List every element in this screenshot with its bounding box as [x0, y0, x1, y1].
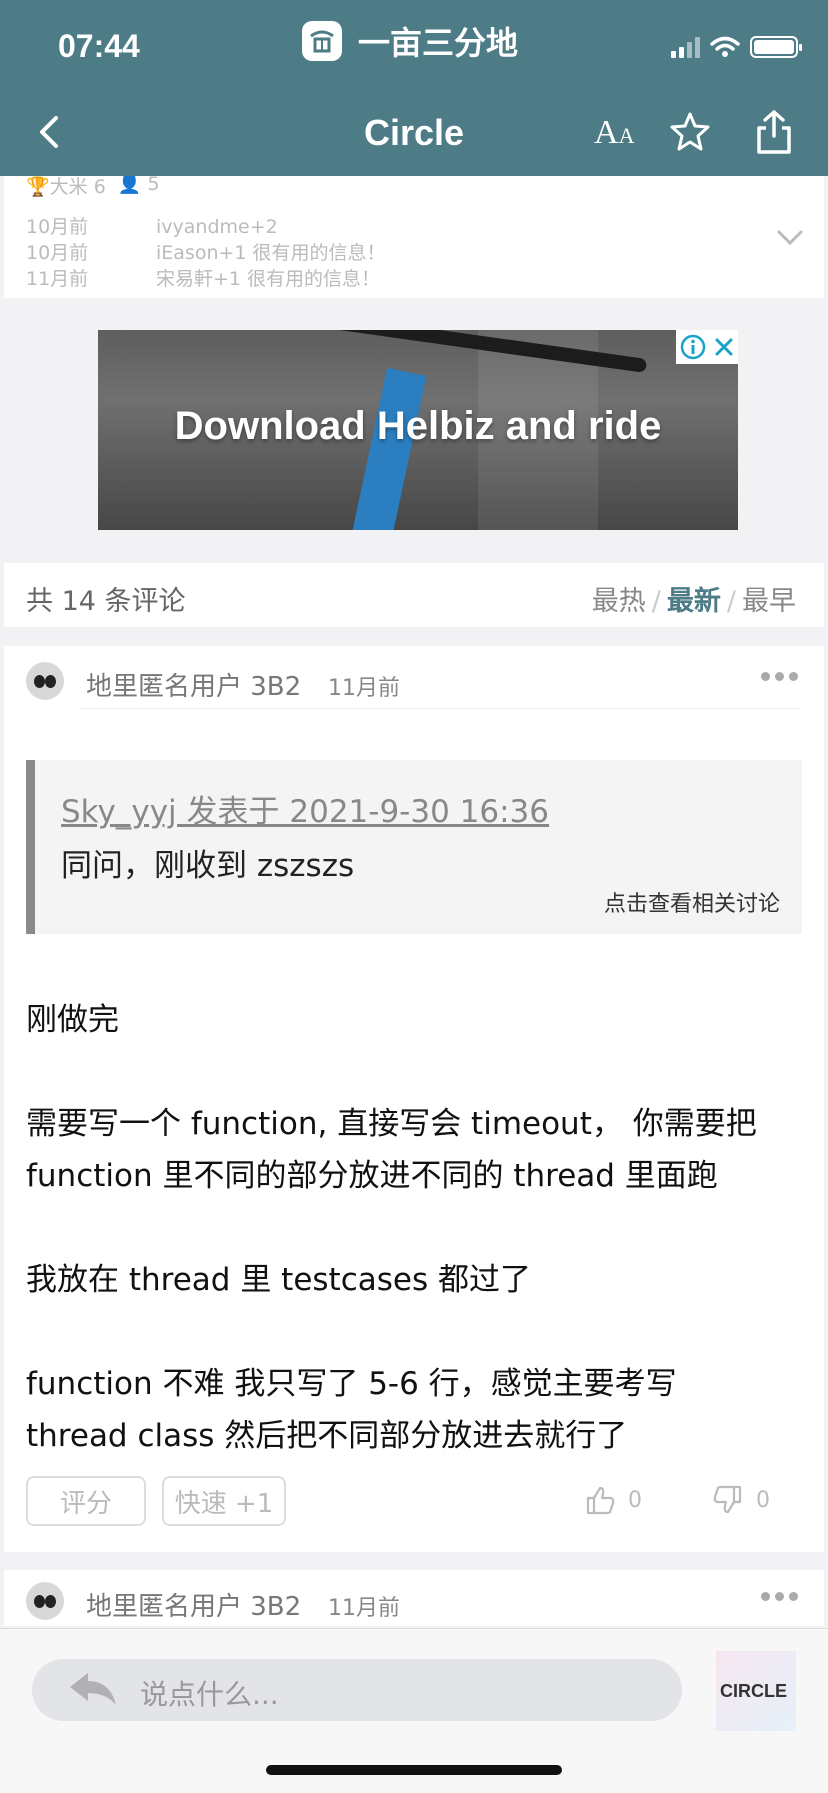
circle-ad-thumbnail[interactable]: CIRCLE	[716, 1651, 796, 1731]
ad-headline: Download Helbiz and ride	[174, 404, 662, 448]
rate-button[interactable]: 评分	[26, 1476, 146, 1526]
like-button[interactable]: 0	[584, 1484, 642, 1516]
status-time: 07:44	[58, 28, 140, 64]
rating-time: 10月前	[26, 242, 89, 264]
comment-post: 地里匿名用户 3B2 11月前 Sky_yyj 发表于 2021-9-30 16…	[4, 646, 824, 1552]
post-body-line: 我放在 thread 里 testcases 都过了	[26, 1262, 531, 1298]
comment-count: 共 14 条评论	[26, 586, 186, 617]
post-body-line: function 里不同的部分放进不同的 thread 里面跑	[26, 1158, 718, 1194]
post-body-line: 需要写一个 function, 直接写会 timeout， 你需要把	[26, 1106, 757, 1142]
home-indicator	[266, 1765, 562, 1775]
sort-newest[interactable]: 最新	[667, 586, 721, 617]
divider	[80, 708, 800, 709]
dislike-count: 0	[756, 1487, 770, 1513]
rating-text: 宋易軒+1 很有用的信息！	[156, 268, 381, 290]
circle-ad-text: CIRCLE	[720, 1680, 787, 1701]
post-body-line: thread class 然后把不同部分放进去就行了	[26, 1418, 628, 1454]
rating-row: 10月前 ivyandme+2	[26, 212, 278, 239]
quote-source-link[interactable]: Sky_yyj 发表于 2021-9-30 16:36	[61, 786, 549, 831]
more-options-icon[interactable]	[761, 1592, 798, 1601]
post-body-line: function 不难 我只写了 5-6 行，感觉主要考写	[26, 1366, 677, 1402]
rating-time: 10月前	[26, 216, 89, 238]
signal-icon	[671, 36, 700, 58]
quote-text: 同问，刚收到 zszszs	[61, 848, 355, 884]
ad-choices-badge[interactable]	[676, 330, 738, 364]
app-title-group: 一亩三分地	[302, 18, 518, 64]
dislike-button[interactable]: 0	[712, 1484, 770, 1516]
ad-banner[interactable]: Download Helbiz and ride	[98, 330, 738, 530]
rating-row: 10月前 iEason+1 很有用的信息！	[26, 238, 386, 265]
thumbs-up-icon	[586, 1486, 615, 1515]
post-body-line: 刚做完	[26, 1002, 119, 1038]
reply-icon	[70, 1673, 116, 1705]
rater-count: 👤 5	[117, 176, 160, 195]
status-icons	[671, 36, 802, 58]
avatar[interactable]	[26, 662, 64, 700]
like-count: 0	[628, 1487, 642, 1513]
quick-plus-one-button[interactable]: 快速 +1	[162, 1476, 286, 1526]
wifi-icon	[710, 36, 740, 57]
sort-hottest[interactable]: 最热	[592, 586, 646, 617]
favorite-star-icon[interactable]	[668, 110, 712, 154]
rating-time: 11月前	[26, 268, 89, 290]
avatar[interactable]	[26, 1582, 64, 1620]
ratings-summary: 🏆大米 6 👤 5	[26, 176, 160, 199]
status-bar: 07:44 一亩三分地	[0, 0, 828, 88]
comment-header: 共 14 条评论 最热 / 最新 / 最早	[4, 563, 824, 627]
quote-view-discussion[interactable]: 点击查看相关讨论	[604, 886, 780, 918]
sort-separator: /	[726, 586, 736, 617]
comment-post: 地里匿名用户 3B2 11月前	[4, 1570, 824, 1626]
close-icon[interactable]	[713, 336, 735, 358]
sort-separator: /	[651, 586, 661, 617]
rating-text: iEason+1 很有用的信息！	[156, 242, 386, 264]
bottom-comment-bar: 说点什么... CIRCLE	[0, 1628, 828, 1793]
rating-text: ivyandme+2	[156, 216, 278, 238]
font-size-small-glyph: A	[618, 123, 635, 148]
comment-placeholder: 说点什么...	[140, 1678, 279, 1711]
more-options-icon[interactable]	[761, 672, 798, 681]
ratings-panel[interactable]: 🏆大米 6 👤 5 10月前 ivyandme+2 10月前 iEason+1 很有…	[4, 176, 824, 298]
font-size-button[interactable]: AA	[594, 114, 634, 152]
post-time: 11月前	[328, 676, 400, 701]
font-size-big-glyph: A	[594, 114, 619, 151]
nav-bar: Circle AA	[0, 88, 828, 176]
thumbs-down-icon	[713, 1485, 742, 1514]
sort-oldest[interactable]: 最早	[742, 586, 796, 617]
post-time: 11月前	[328, 1596, 400, 1621]
quote-block[interactable]: Sky_yyj 发表于 2021-9-30 16:36 同问，刚收到 zszsz…	[26, 760, 802, 934]
app-name: 一亩三分地	[358, 24, 519, 62]
share-icon[interactable]	[752, 108, 796, 156]
chevron-down-icon[interactable]	[776, 228, 804, 248]
app-logo-icon	[302, 21, 342, 61]
post-header: 地里匿名用户 3B2 11月前	[4, 646, 824, 709]
info-icon[interactable]	[680, 334, 706, 360]
battery-icon	[750, 36, 802, 58]
sort-tabs: 最热 / 最新 / 最早	[592, 579, 796, 618]
rice-reward-count: 🏆大米 6	[26, 176, 106, 198]
post-username[interactable]: 地里匿名用户 3B2	[86, 666, 301, 703]
post-username[interactable]: 地里匿名用户 3B2	[86, 1586, 301, 1623]
comment-input[interactable]: 说点什么...	[32, 1659, 682, 1721]
rating-row: 11月前 宋易軒+1 很有用的信息！	[26, 264, 380, 291]
post-actions: 评分 快速 +1 0 0	[4, 1476, 824, 1532]
